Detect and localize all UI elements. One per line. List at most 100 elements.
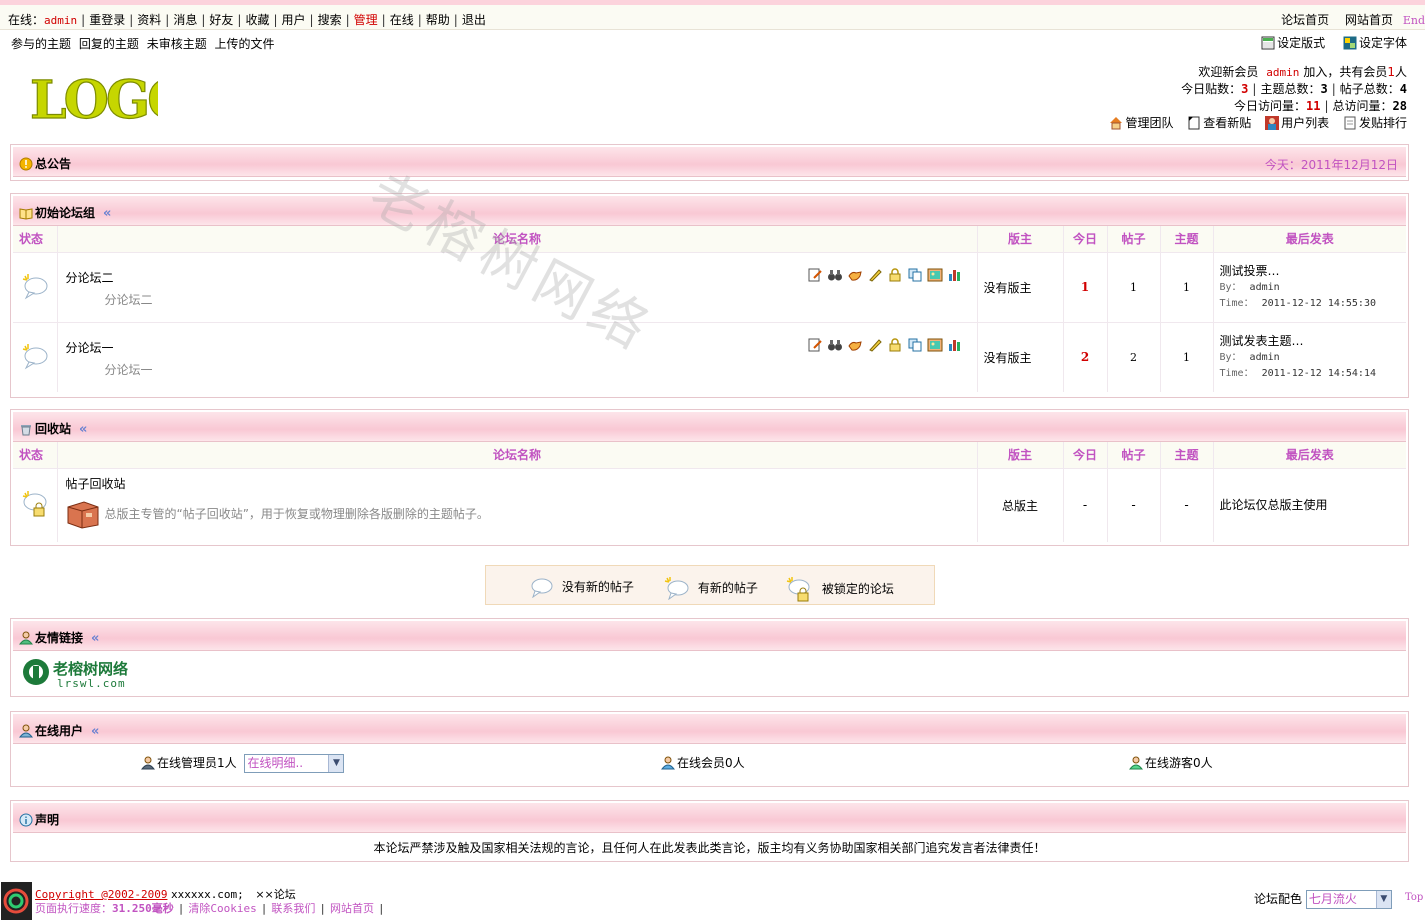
post-ranking-link[interactable]: 发贴排行 [1343,116,1407,130]
nav-users[interactable]: 用户 [282,13,306,27]
copy-icon[interactable] [907,337,923,353]
lock-icon[interactable] [887,337,903,353]
site-home-link[interactable]: 网站首页 [1345,13,1393,27]
guest-user-icon [1129,756,1143,770]
users-icon [1265,116,1280,130]
posts-value: 4 [1399,82,1407,96]
last-post-time: Time： 2011-12-12 14:54:14 [1219,367,1376,379]
nav-logout[interactable]: 退出 [462,13,486,27]
set-font-link[interactable]: 设定字体 [1343,36,1407,50]
forum-home-link[interactable]: 论坛首页 [1281,13,1329,27]
member-user-icon [661,756,675,770]
admin-team-link[interactable]: 管理团队 [1109,116,1173,130]
recycle-box-icon [67,500,98,529]
last-post-cell: 测试发表主题… By： admin Time： 2011-12-12 14:54:1… [1213,321,1406,392]
col-today: 今日 [1063,226,1108,252]
pencil-icon[interactable] [867,267,883,283]
nav-profile[interactable]: 资料 [137,13,161,27]
last-post-title-link[interactable]: 测试投票… [1220,264,1280,278]
image-icon[interactable] [927,337,943,353]
announcement-title[interactable]: 总公告 [35,157,71,171]
hand-icon[interactable] [847,337,863,353]
pencil-icon[interactable] [867,337,883,353]
group-title[interactable]: 回收站 [35,422,71,436]
collapse-icon[interactable]: « [103,206,111,221]
copy-icon[interactable] [907,267,923,283]
user-list-link[interactable]: 用户列表 [1265,116,1329,130]
online-detail-select[interactable]: 在线明细.. ▼ [244,754,345,773]
site-logo[interactable]: LOGO [28,66,158,126]
today-posts-label: 今日贴数： [1181,82,1242,96]
edit-icon[interactable] [807,337,823,353]
group-title[interactable]: 初始论坛组 [35,206,95,220]
welcome-mid-text: 加入，共有会员 [1303,65,1388,79]
col-today: 今日 [1063,442,1108,468]
bar-chart-icon[interactable] [947,337,963,353]
site-home-footer-link[interactable]: 网站首页 [330,902,374,915]
last-post-author-link[interactable]: admin [1250,282,1280,293]
clear-cookies-link[interactable]: 清除Cookies [188,902,256,915]
house-icon [1110,117,1123,130]
posts-count: 1 [1107,251,1161,322]
forum-name-link[interactable]: 分论坛一 [66,339,114,356]
nav-help[interactable]: 帮助 [426,13,450,27]
set-layout-link[interactable]: 设定版式 [1261,36,1329,50]
table-header-row: 状态 论坛名称 版主 今日 帖子 主题 最后发表 [13,442,1406,468]
last-post-author-link[interactable]: admin [1250,352,1280,363]
image-icon[interactable] [927,267,943,283]
footer: Copyright @2002-2009 xxxxxx.com; ××论坛 页面… [0,880,1425,924]
participated-topics-link[interactable]: 参与的主题 [11,37,71,51]
online-users-title-wrap: 在线用户 « [19,722,99,739]
unreviewed-topics-link[interactable]: 未审核主题 [147,37,207,51]
legend-no-new: 没有新的帖子 [530,576,634,599]
collapse-icon[interactable]: « [91,631,99,646]
nav-favorites[interactable]: 收藏 [245,13,269,27]
contact-link[interactable]: 联系我们 [271,902,315,915]
statement-title-wrap: 声明 [19,811,59,828]
uploaded-files-link[interactable]: 上传的文件 [215,37,275,51]
legend-locked: 被锁定的论坛 [786,576,894,602]
logo-text: LOGO [30,70,158,126]
hand-icon[interactable] [847,267,863,283]
locked-icon [786,577,810,602]
locked-forum-icon [22,490,47,517]
col-topics: 主题 [1160,442,1214,468]
statement-title: 声明 [35,813,60,827]
friend-links-title[interactable]: 友情链接 [35,631,83,645]
new-member-link[interactable]: admin [1266,66,1299,79]
last-post-cell: 测试投票… By： admin Time： 2011-12-12 14:55:30 [1213,251,1406,322]
nav-search[interactable]: 搜索 [318,13,342,27]
nav-manage[interactable]: 管理 [354,13,378,27]
forum-name-link[interactable]: 分论坛二 [66,269,114,286]
top-link[interactable]: Top [1405,892,1423,903]
collapse-icon[interactable]: « [91,724,99,739]
nav-friends[interactable]: 好友 [209,13,233,27]
forum-name-link[interactable]: 帖子回收站 [66,475,126,492]
top-nav-right: 论坛首页 网站首页 End [1281,11,1425,28]
friend-link-lrswl[interactable]: 老榕树网络 lrswl.com [21,657,141,690]
view-new-posts-link[interactable]: 查看新贴 [1187,116,1251,130]
end-link[interactable]: End [1403,14,1425,27]
edit-icon[interactable] [807,267,823,283]
current-user-link[interactable]: admin [44,14,77,27]
user-icon [19,724,33,738]
nav-online[interactable]: 在线 [390,13,414,27]
collapse-icon[interactable]: « [79,422,87,437]
forum-group-initial: 初始论坛组 « 状态 论坛名称 版主 今日 帖子 主题 最后发表 分论坛二 分论坛… [10,193,1409,398]
col-last-post: 最后发表 [1213,226,1406,252]
new-posts-icon [664,577,689,601]
replied-topics-link[interactable]: 回复的主题 [79,37,139,51]
last-post-title-link[interactable]: 测试发表主题… [1220,334,1304,348]
color-scheme-select[interactable]: 七月流火 ▼ [1305,890,1392,909]
nav-messages[interactable]: 消息 [173,13,197,27]
announcement-header: 总公告 今天：2011年12月12日 [13,147,1406,177]
recycle-table: 状态 论坛名称 版主 今日 帖子 主题 最后发表 帖子回收站 总版主专管的“帖子… [13,442,1406,542]
statement-box: 声明 本论坛严禁涉及触及国家相关法规的言论，且任何人在此发表此类言论，版主均有义… [10,800,1409,862]
nav-relogin[interactable]: 重登录 [89,13,125,27]
bar-chart-icon[interactable] [947,267,963,283]
binoculars-icon[interactable] [827,337,843,353]
binoculars-icon[interactable] [827,267,843,283]
lock-icon[interactable] [887,267,903,283]
online-users-title[interactable]: 在线用户 [35,724,83,738]
copyright-link[interactable]: Copyright @2002-2009 [35,888,167,901]
